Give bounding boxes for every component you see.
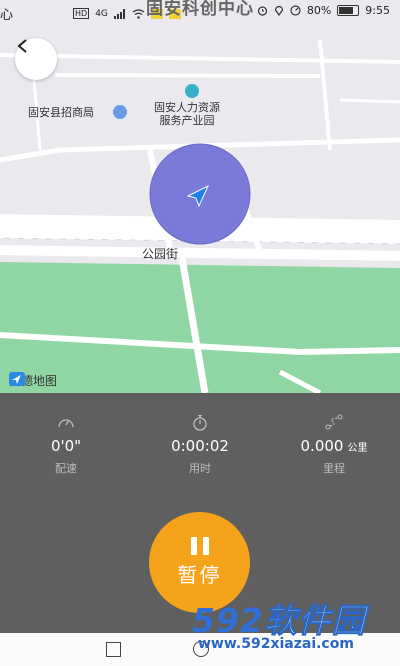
watermark: 592软件园 www.592xiazai.com <box>192 592 400 658</box>
watermark-url: www.592xiazai.com <box>198 636 354 652</box>
stat-pace: 0'0" 配速 <box>16 413 116 476</box>
status-right: 80% 9:55 <box>257 4 390 17</box>
location-icon <box>274 5 284 16</box>
pace-label: 配速 <box>55 462 77 475</box>
pause-button-label: 暂停 <box>177 563 222 587</box>
status-bar: 心 HD 4G 固安科创中心 80% 9:55 <box>0 0 400 34</box>
pause-icon <box>190 537 209 555</box>
street-name-label: 公园街 <box>142 247 179 261</box>
stat-distance: 0.000 公里 里程 <box>284 413 384 476</box>
back-arrow-icon <box>17 39 27 53</box>
pace-value: 0'0" <box>50 437 82 455</box>
recent-apps-button[interactable] <box>106 642 121 657</box>
watermark-brand-number: 592 <box>192 601 264 640</box>
poi-marker-investment <box>113 105 127 119</box>
map-view[interactable]: 固安县招商局 固安人力资源 服务产业园 公园街 高德地图 <box>0 0 400 393</box>
back-button[interactable] <box>15 38 57 80</box>
speedometer-icon <box>16 413 116 431</box>
poi-label-hr-park-line2: 服务产业园 <box>159 114 215 127</box>
distance-unit: 公里 <box>347 443 368 454</box>
battery-icon <box>337 5 360 16</box>
duration-value: 0:00:02 <box>171 437 229 455</box>
duration-label: 用时 <box>189 462 211 475</box>
amap-logo-icon <box>9 372 25 386</box>
battery-percent: 80% <box>306 4 332 17</box>
watermark-brand: 592软件园 <box>192 594 366 642</box>
watermark-brand-text: 软件园 <box>263 601 366 641</box>
poi-label-hr-park-line1: 固安人力资源 <box>154 101 220 114</box>
poi-label-investment-bureau[interactable]: 固安县招商局 <box>28 106 94 119</box>
distance-label: 里程 <box>323 462 345 475</box>
map-canvas <box>0 0 400 393</box>
clock-time: 9:55 <box>365 4 390 17</box>
data-saver-icon <box>290 5 301 16</box>
poi-marker-hr-park <box>185 84 199 98</box>
stat-duration: 0:00:02 用时 <box>150 413 250 476</box>
map-provider-logo: 高德地图 <box>9 372 57 389</box>
distance-value-row: 0.000 公里 <box>284 437 384 455</box>
stopwatch-icon <box>150 413 250 431</box>
distance-value: 0.000 <box>300 437 344 455</box>
route-icon <box>284 413 384 431</box>
alarm-icon <box>257 5 268 16</box>
poi-label-hr-park[interactable]: 固安人力资源 服务产业园 <box>154 101 220 127</box>
